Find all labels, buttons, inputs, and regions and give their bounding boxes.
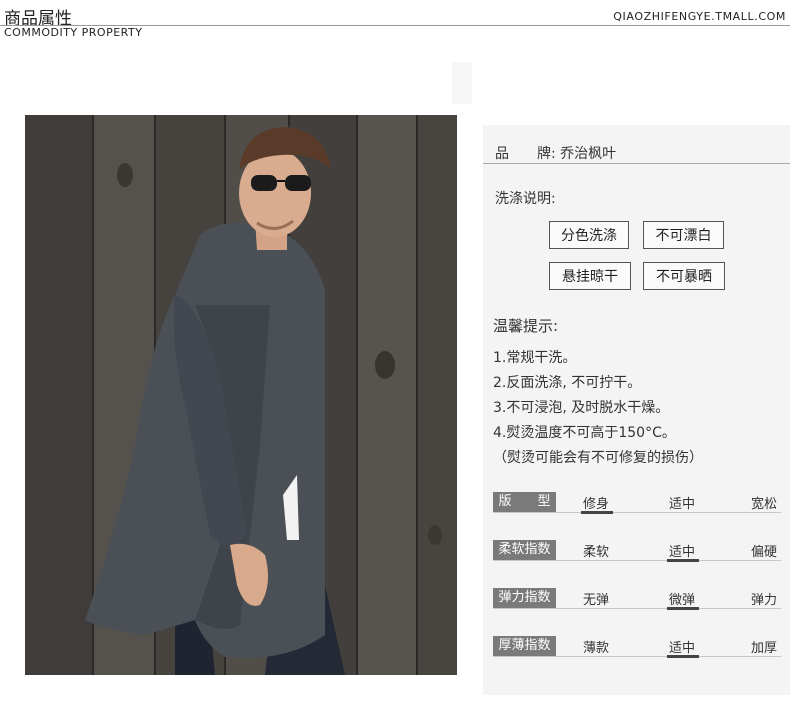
section-subtitle: COMMODITY PROPERTY (4, 26, 143, 39)
tip-item: 4.熨烫温度不可高于150°C。 (493, 425, 676, 441)
attr-option: 适中 (669, 641, 696, 656)
attr-option: 弹力 (751, 593, 778, 608)
attr-selected-marker (667, 559, 699, 562)
attr-label: 厚薄指数 (493, 636, 556, 656)
brand-divider (483, 163, 790, 164)
wash-badge-4: 不可暴晒 (643, 262, 725, 290)
attr-row-elasticity: 弹力指数 无弹 微弹 弹力 (493, 588, 781, 610)
brand-line: 品 牌: 乔治枫叶 (495, 146, 617, 162)
attr-row-softness: 柔软指数 柔软 适中 偏硬 (493, 540, 781, 562)
wash-badge-3: 悬挂晾干 (549, 262, 631, 290)
attr-option: 适中 (669, 497, 696, 512)
attr-line (493, 608, 781, 609)
attr-option: 修身 (583, 497, 610, 512)
store-url[interactable]: QIAOZHIFENGYE.TMALL.COM (613, 10, 786, 23)
tip-item: 1.常规干洗。 (493, 350, 577, 366)
tip-item: 2.反面洗涤, 不可拧干。 (493, 375, 642, 391)
attr-label: 版 型 (493, 492, 556, 512)
attr-option: 无弹 (583, 593, 610, 608)
attr-selected-marker (667, 607, 699, 610)
attr-selected-marker (581, 511, 613, 514)
wash-badge-1: 分色洗涤 (549, 221, 629, 249)
wash-title: 洗涤说明: (495, 191, 556, 207)
attr-option: 柔软 (583, 545, 610, 560)
attr-row-thickness: 厚薄指数 薄款 适中 加厚 (493, 636, 781, 658)
attr-option: 薄款 (583, 641, 610, 656)
attr-selected-marker (667, 655, 699, 658)
attr-option: 微弹 (669, 593, 696, 608)
attr-line (493, 656, 781, 657)
attr-line (493, 512, 781, 513)
decorative-block (452, 62, 472, 104)
attr-option: 加厚 (751, 641, 778, 656)
attr-option: 适中 (669, 545, 696, 560)
attr-option: 偏硬 (751, 545, 778, 560)
attr-label: 柔软指数 (493, 540, 556, 560)
attr-row-fit: 版 型 修身 适中 宽松 (493, 492, 781, 514)
tip-item: 3.不可浸泡, 及时脱水干燥。 (493, 400, 670, 416)
product-photo (25, 115, 457, 675)
tips-title: 温馨提示: (493, 317, 559, 335)
wash-badge-2: 不可漂白 (643, 221, 724, 249)
attr-option: 宽松 (751, 497, 778, 512)
attr-label: 弹力指数 (493, 588, 556, 608)
attr-line (493, 560, 781, 561)
property-panel: 品 牌: 乔治枫叶 洗涤说明: 分色洗涤 不可漂白 悬挂晾干 不可暴晒 温馨提示… (483, 125, 790, 695)
tip-item: （熨烫可能会有不可修复的损伤） (493, 450, 703, 466)
